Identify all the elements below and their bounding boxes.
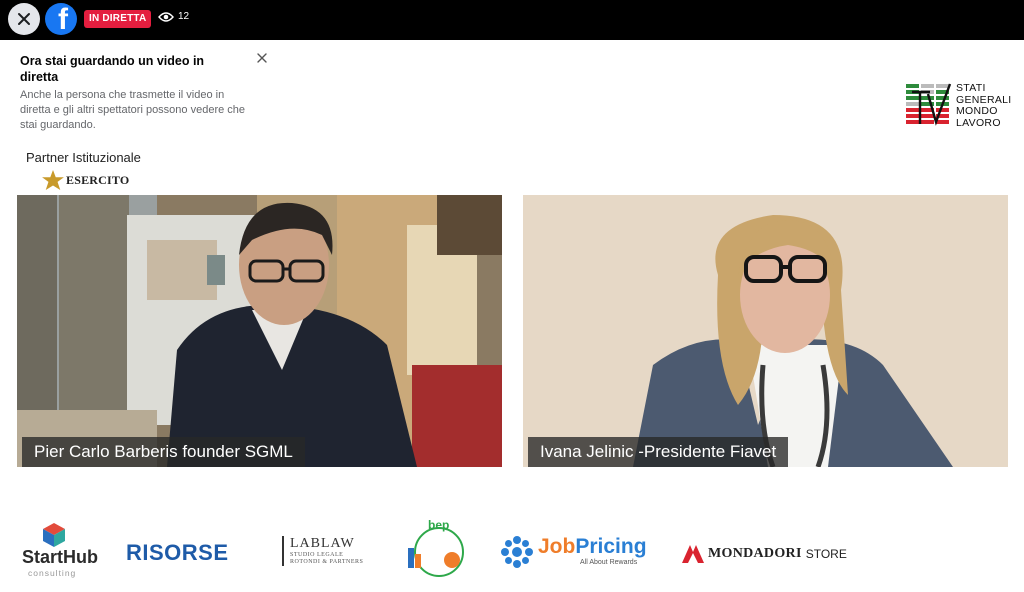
partner-label: Partner Istituzionale	[26, 150, 141, 165]
mondadori-mark	[682, 545, 704, 563]
jobpricing-text: JobPricing	[538, 535, 647, 559]
esercito-logo: ESERCITO	[42, 170, 129, 190]
sgml-text: STATI GENERALI MONDO LAVORO	[956, 82, 1012, 129]
eye-icon	[158, 11, 174, 22]
risorse-logo: RISORSE	[126, 540, 229, 566]
video-tile-right[interactable]: Ivana Jelinic -Presidente Fiavet	[523, 195, 1008, 467]
lablaw-logo: LABLAW STUDIO LEGALE ROTONDI & PARTNERS	[282, 536, 363, 566]
jobpricing-logo: JobPricing All About Rewards	[500, 535, 647, 569]
cube-icon	[43, 523, 65, 547]
starthub-sub: consulting	[28, 568, 77, 578]
lablaw-sub: STUDIO LEGALE	[290, 552, 344, 558]
star-icon	[42, 170, 64, 190]
sgml-line: STATI	[956, 82, 986, 94]
mondadori-store: STORE	[805, 547, 847, 561]
lablaw-title: LABLAW	[290, 536, 355, 551]
notice-body: Anche la persona che trasmette il video …	[20, 89, 246, 131]
bep-text: bep	[428, 518, 450, 532]
lablaw-sub: ROTONDI & PARTNERS	[290, 559, 364, 565]
live-notice: Ora stai guardando un video in diretta A…	[20, 53, 270, 133]
mondadori-text: MONDADORI	[708, 546, 802, 561]
viewer-count-value: 12	[178, 11, 190, 22]
sponsor-bar: StartHub consulting RISORSE LABLAW STUDI…	[0, 518, 1024, 588]
video-caption: Ivana Jelinic -Presidente Fiavet	[528, 437, 789, 467]
facebook-logo[interactable]: f	[45, 3, 77, 35]
bep-logo: bep	[406, 518, 472, 585]
esercito-text: ESERCITO	[66, 172, 130, 187]
viewer-count: 12	[158, 11, 189, 22]
starthub-text: StartHub	[22, 547, 98, 567]
sgml-line: MONDO	[956, 105, 998, 117]
jobpricing-job: Job	[538, 535, 576, 558]
video-tile-left[interactable]: Pier Carlo Barberis founder SGML	[17, 195, 502, 467]
notice-title: Ora stai guardando un video in diretta	[20, 54, 205, 84]
gear-icon	[501, 536, 533, 568]
jobpricing-sub: All About Rewards	[580, 559, 638, 566]
close-icon[interactable]	[255, 51, 269, 65]
video-feed	[523, 195, 1008, 467]
mondadori-logo: MONDADORI STORE	[682, 545, 847, 563]
sgml-line: LAVORO	[956, 116, 1001, 129]
close-icon[interactable]	[8, 3, 40, 35]
video-feed	[17, 195, 502, 467]
live-badge: IN DIRETTA	[84, 10, 152, 28]
starthub-logo: StartHub consulting	[22, 522, 112, 580]
video-caption: Pier Carlo Barberis founder SGML	[22, 437, 305, 467]
jobpricing-pricing: Pricing	[575, 535, 647, 558]
risorse-text: RISORSE	[126, 540, 229, 565]
top-bar: f IN DIRETTA 12	[0, 0, 1024, 40]
